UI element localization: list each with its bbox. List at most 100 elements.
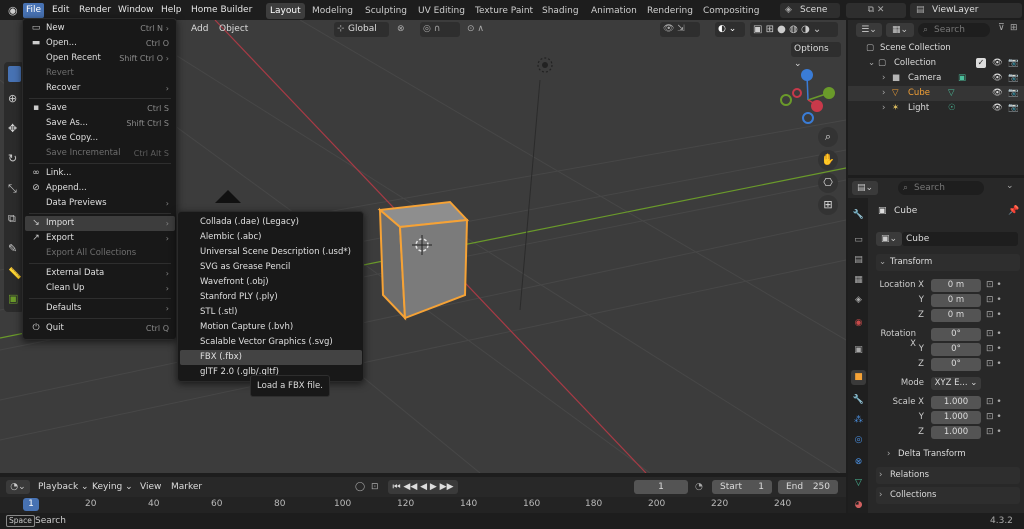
render-icon[interactable]: ▭ (851, 233, 866, 248)
file-save-as[interactable]: Save As... Shift Ctrl S (25, 116, 175, 131)
eye-icon[interactable]: 👁 (992, 86, 1003, 101)
auto-keying-icon[interactable]: ⊡ (371, 480, 379, 494)
file-recover[interactable]: Recover › (25, 81, 175, 96)
overlay-icon[interactable]: ◐ ⌄ (715, 22, 745, 37)
file-save[interactable]: ▪ Save Ctrl S (25, 101, 175, 116)
import-wavefront[interactable]: Wavefront (.obj) (180, 275, 362, 290)
object-properties-icon[interactable]: ■ (851, 370, 866, 385)
outliner-row-cube[interactable]: › ▽ Cube ▽ 👁 📷 (848, 86, 1024, 101)
scene-icon[interactable]: ◈ (851, 293, 866, 308)
import-stl[interactable]: STL (.stl) (180, 305, 362, 320)
view-menu[interactable]: View (140, 480, 161, 494)
file-import[interactable]: ↘ Import › (25, 216, 175, 231)
tab-uv-editing[interactable]: UV Editing (414, 3, 469, 19)
menu-edit[interactable]: Edit (49, 3, 72, 18)
tab-modeling[interactable]: Modeling (308, 3, 357, 19)
annotate-tool-icon[interactable]: ✎ (8, 242, 17, 255)
scene-actions[interactable]: ⧉ ✕ (846, 3, 906, 18)
proportional-edit-icon[interactable]: ⊙ ∧ (464, 22, 487, 37)
relations-panel-header[interactable]: › Relations (876, 467, 1020, 484)
constraints-icon[interactable]: ⊗ (851, 455, 866, 470)
rotate-tool-icon[interactable]: ↻ (8, 152, 17, 165)
tab-texture-paint[interactable]: Texture Paint (471, 3, 537, 19)
view-layer-icon[interactable]: ▦ (851, 273, 866, 288)
file-open[interactable]: ▬ Open... Ctrl O (25, 36, 175, 51)
menu-render[interactable]: Render (76, 3, 114, 18)
world-icon[interactable]: ◉ (851, 316, 866, 331)
location-z-field[interactable]: 0 m (931, 309, 981, 322)
file-save-copy[interactable]: Save Copy... (25, 131, 175, 146)
outliner-editor-icon[interactable]: ☰⌄ (856, 23, 882, 37)
camera-view-icon[interactable]: ⎔ (818, 173, 838, 193)
menu-help[interactable]: Help (158, 3, 185, 18)
outliner-row-camera[interactable]: › ■ Camera ▣ 👁 📷 (848, 71, 1024, 86)
menu-file[interactable]: File (23, 3, 45, 18)
menu-window[interactable]: Window (115, 3, 157, 18)
location-x-field[interactable]: 0 m (931, 279, 981, 292)
camera-render-icon[interactable]: 📷 (1008, 101, 1019, 116)
pin-icon[interactable]: 📌 (1008, 206, 1019, 216)
transform-panel-header[interactable]: ⌄ Transform (876, 254, 1020, 271)
lock-icon[interactable]: ⊡ • (986, 427, 1002, 437)
visibility-icon[interactable]: 👁 ⇲ (660, 22, 700, 37)
file-clean-up[interactable]: Clean Up › (25, 281, 175, 296)
pivot-icon[interactable]: ⊗ (394, 22, 408, 37)
import-fbx[interactable]: FBX (.fbx) (180, 350, 362, 365)
physics-icon[interactable]: ◎ (851, 433, 866, 448)
tab-sculpting[interactable]: Sculpting (361, 3, 411, 19)
filter-icon[interactable]: ⊽ (998, 23, 1005, 33)
move-tool-icon[interactable]: ✥ (8, 122, 17, 135)
shading-mode-icons[interactable]: ▣ ⊞ ● ◍ ◑ ⌄ (750, 22, 838, 37)
scale-y-field[interactable]: 1.000 (931, 411, 981, 424)
file-new[interactable]: ▭ New Ctrl N › (25, 21, 175, 36)
import-svg[interactable]: Scalable Vector Graphics (.svg) (180, 335, 362, 350)
outliner-row-collection[interactable]: ⌄ ▢ Collection ✓ 👁 📷 (848, 56, 1024, 71)
file-defaults[interactable]: Defaults › (25, 301, 175, 316)
lock-icon[interactable]: ⊡ • (986, 295, 1002, 305)
add-menu[interactable]: Add (188, 22, 211, 37)
scale-x-field[interactable]: 1.000 (931, 396, 981, 409)
import-ply[interactable]: Stanford PLY (.ply) (180, 290, 362, 305)
tab-compositing[interactable]: Compositing (699, 3, 763, 19)
playhead[interactable]: 1 (23, 498, 39, 511)
lock-icon[interactable]: ⊡ • (986, 310, 1002, 320)
tab-layout[interactable]: Layout (266, 3, 305, 19)
record-icon[interactable]: ◯ (355, 480, 365, 494)
eye-icon[interactable]: 👁 (992, 56, 1003, 71)
transform-tool-icon[interactable]: ⧉ (8, 212, 16, 226)
grid-view-icon[interactable]: ⊞ (818, 195, 838, 215)
collections-panel-header[interactable]: › Collections (876, 487, 1020, 504)
file-append[interactable]: ⊘ Append... (25, 181, 175, 196)
transform-orientation-select[interactable]: ⊹ Global (334, 22, 389, 37)
filter-display-icon[interactable]: ▦⌄ (886, 23, 914, 37)
delta-transform-header[interactable]: › Delta Transform (884, 446, 1024, 463)
lock-icon[interactable]: ⊡ • (986, 397, 1002, 407)
chevron-down-icon[interactable]: ⌄ (1006, 181, 1014, 191)
pan-hand-icon[interactable]: ✋ (818, 150, 838, 170)
import-collada[interactable]: Collada (.dae) (Legacy) (180, 215, 362, 230)
tab-rendering[interactable]: Rendering (643, 3, 697, 19)
outliner-row-scene-collection[interactable]: ▢ Scene Collection (848, 41, 1024, 56)
timeline-editor-icon[interactable]: ◔⌄ (6, 480, 30, 494)
viewlayer-selector[interactable]: ▤ ViewLayer (910, 3, 1022, 18)
camera-render-icon[interactable]: 📷 (1008, 71, 1019, 86)
add-cube-tool-icon[interactable]: ▣ (8, 292, 18, 305)
modifier-wrench-icon[interactable]: 🔧 (851, 393, 866, 408)
scale-tool-icon[interactable]: ⤡ (8, 182, 17, 196)
rotation-y-field[interactable]: 0° (931, 343, 981, 356)
file-open-recent[interactable]: Open Recent Shift Ctrl O › (25, 51, 175, 66)
start-frame-field[interactable]: Start 1 (712, 480, 772, 494)
snap-icon[interactable]: ◎ ∩ (420, 22, 460, 37)
keying-menu[interactable]: Keying ⌄ (92, 480, 133, 494)
file-external-data[interactable]: External Data › (25, 266, 175, 281)
location-y-field[interactable]: 0 m (931, 294, 981, 307)
exclude-checkbox[interactable]: ✓ (976, 58, 986, 68)
options-dropdown[interactable]: Options ⌄ (791, 42, 841, 69)
object-datablock-icon[interactable]: ▣⌄ (876, 232, 902, 246)
import-svg-grease-pencil[interactable]: SVG as Grease Pencil (180, 260, 362, 275)
cursor-tool-icon[interactable]: ⊕ (8, 92, 17, 105)
mesh-data-icon[interactable]: ▽ (851, 476, 866, 491)
measure-tool-icon[interactable]: 📏 (8, 267, 22, 280)
end-frame-field[interactable]: End 250 (778, 480, 838, 494)
playback-controls[interactable]: ⏮ ◀◀ ◀ ▶ ▶▶ ⏭ (388, 480, 458, 506)
